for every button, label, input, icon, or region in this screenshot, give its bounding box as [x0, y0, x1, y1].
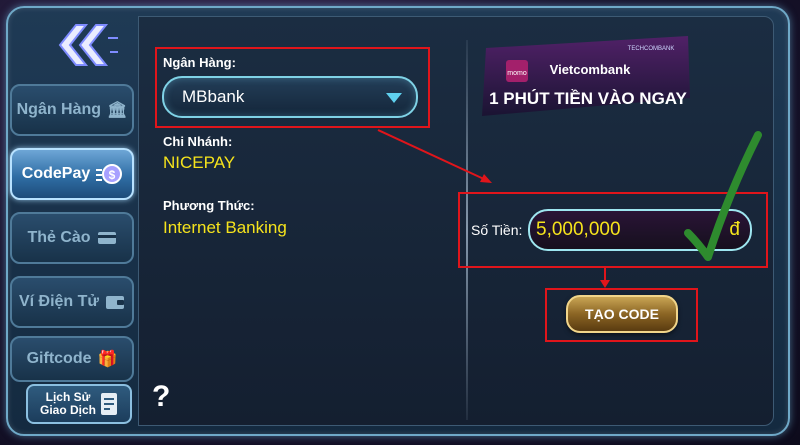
checkmark-icon: [684, 131, 762, 261]
sidebar-item-vi-dien-tu[interactable]: Ví Điện Tử: [10, 276, 134, 328]
sidebar-item-codepay[interactable]: CodePay $: [10, 148, 134, 200]
sidebar-item-giftcode[interactable]: Giftcode 🎁: [10, 336, 134, 382]
wallet-icon: [106, 296, 125, 309]
highlight-box-bank: [155, 47, 430, 128]
branch-value: NICEPAY: [163, 153, 236, 172]
history-label: Lịch Sử Giao Dịch: [39, 390, 96, 417]
sidebar-item-label: Ví Điện Tử: [18, 293, 100, 310]
banner-tagline: 1 PHÚT TIỀN VÀO NGAY: [489, 89, 687, 108]
gift-icon: 🎁: [97, 351, 118, 368]
sidebar-item-ngan-hang[interactable]: Ngân Hàng 🏛: [10, 84, 134, 136]
card-icon: [97, 232, 116, 244]
coin-icon: $: [96, 164, 123, 184]
banner-brand-momo: momo: [507, 70, 527, 77]
method-label: Phương Thức:: [163, 198, 255, 213]
sidebar-item-the-cao[interactable]: Thẻ Cào: [10, 212, 134, 264]
promo-banner: momo Vietcombank TECHCOMBANK 1 PHÚT TIỀN…: [482, 36, 690, 116]
sidebar-item-label: Giftcode: [26, 350, 92, 367]
history-button[interactable]: Lịch Sử Giao Dịch: [26, 384, 132, 424]
banner-brand-vietcombank: Vietcombank: [550, 62, 631, 77]
sidebar-item-label: CodePay: [21, 165, 91, 182]
sidebar-item-label: Ngân Hàng: [16, 101, 102, 118]
back-chevrons-icon[interactable]: [38, 20, 118, 70]
sidebar-item-label: Thẻ Cào: [27, 229, 91, 246]
svg-text:$: $: [109, 168, 116, 182]
receipt-icon: [101, 393, 117, 415]
method-value: Internet Banking: [163, 218, 287, 237]
branch-label: Chi Nhánh:: [163, 134, 233, 149]
banner-brand-techcombank: TECHCOMBANK: [628, 46, 675, 52]
bank-icon: 🏛: [107, 102, 128, 119]
highlight-box-create: [545, 288, 698, 342]
help-icon[interactable]: ?: [152, 380, 170, 414]
